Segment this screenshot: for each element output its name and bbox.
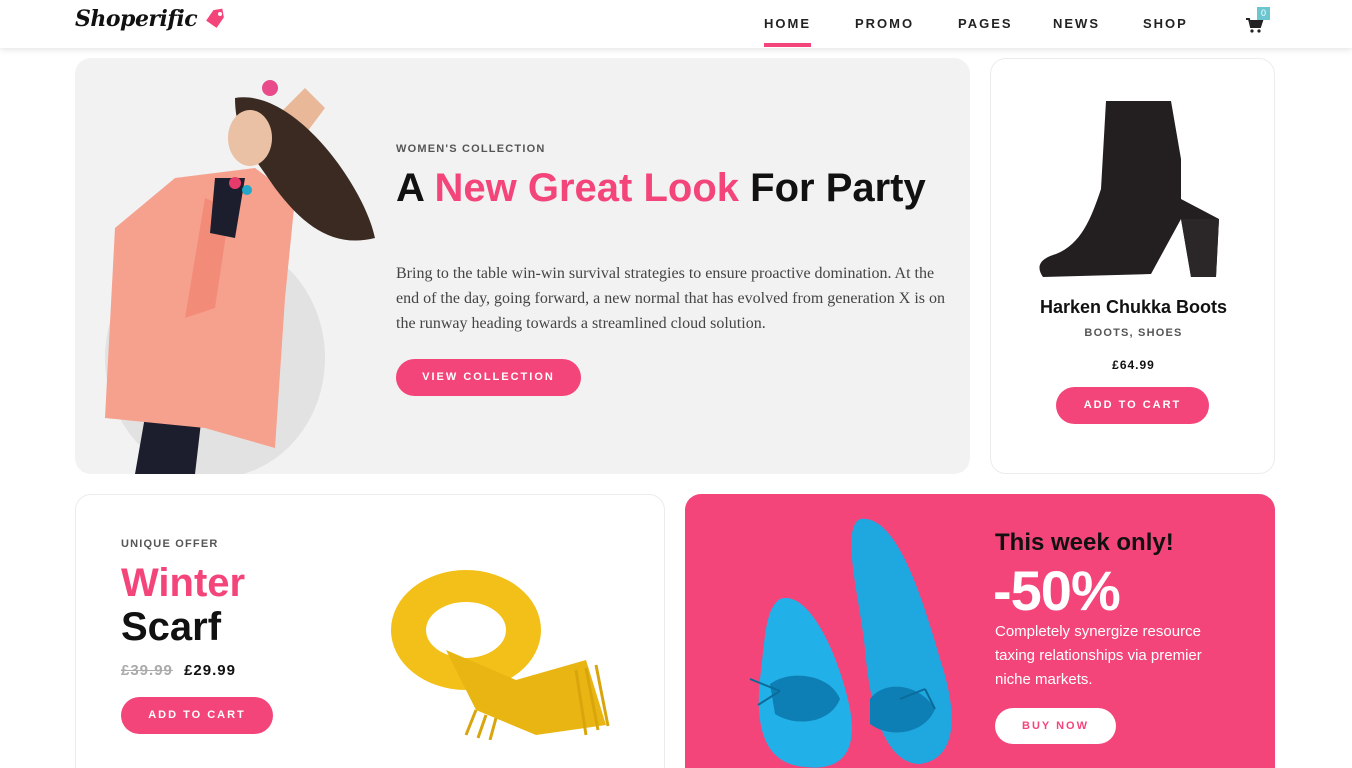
logo[interactable]: Shoperific <box>75 6 227 32</box>
hero-eyebrow: WOMEN'S COLLECTION <box>396 143 546 155</box>
site-header: Shoperific HOME PROMO PAGES NEWS SHOP 0 <box>0 0 1352 48</box>
boot-image <box>1039 101 1219 277</box>
offer-card: UNIQUE OFFER Winter Scarf £39.99 £29.99 … <box>75 494 665 768</box>
blue-flats-image <box>749 518 952 768</box>
offer-title: Winter Scarf <box>121 561 245 649</box>
add-to-cart-button[interactable]: ADD TO CART <box>121 697 273 734</box>
nav-item-promo[interactable]: PROMO <box>855 16 914 31</box>
product-categories[interactable]: BOOTS, SHOES <box>991 327 1276 339</box>
hero-title-highlight: New Great Look <box>434 166 740 210</box>
offer-eyebrow: UNIQUE OFFER <box>121 538 219 550</box>
featured-product-card: Harken Chukka Boots BOOTS, SHOES £64.99 … <box>990 58 1275 474</box>
offer-title-line1: Winter <box>121 561 246 605</box>
promo-discount: -50% <box>993 559 1121 622</box>
buy-now-button[interactable]: BUY NOW <box>995 708 1116 744</box>
hero-title-prefix: A <box>396 166 435 210</box>
cart-count-badge: 0 <box>1257 7 1270 20</box>
new-price: £29.99 <box>184 662 236 679</box>
model-illustration <box>105 80 375 474</box>
view-collection-button[interactable]: VIEW COLLECTION <box>396 359 581 396</box>
hero-description: Bring to the table win-win survival stra… <box>396 265 946 332</box>
nav-item-shop[interactable]: SHOP <box>1143 16 1188 31</box>
hero-banner: WOMEN'S COLLECTION A New Great Look For … <box>75 58 970 474</box>
price-tag-icon <box>206 8 224 28</box>
offer-price-row: £39.99 £29.99 <box>121 662 236 679</box>
nav-item-home[interactable]: HOME <box>764 16 811 47</box>
hero-title: A New Great Look For Party <box>396 166 936 210</box>
old-price: £39.99 <box>121 662 173 679</box>
promo-title: This week only! <box>995 529 1174 556</box>
product-price: £64.99 <box>1112 358 1155 372</box>
scarf-image <box>391 570 610 740</box>
nav-item-pages[interactable]: PAGES <box>958 16 1013 31</box>
logo-text: Shoperific <box>75 6 198 32</box>
promo-card: This week only! -50% Completely synergiz… <box>685 494 1275 768</box>
promo-description: Completely synergize resource taxing rel… <box>995 623 1202 688</box>
nav-item-news[interactable]: NEWS <box>1053 16 1100 31</box>
offer-title-line2: Scarf <box>121 605 222 649</box>
add-to-cart-button[interactable]: ADD TO CART <box>1056 387 1209 424</box>
hero-title-suffix: For Party <box>739 166 926 210</box>
product-name[interactable]: Harken Chukka Boots <box>991 297 1276 318</box>
